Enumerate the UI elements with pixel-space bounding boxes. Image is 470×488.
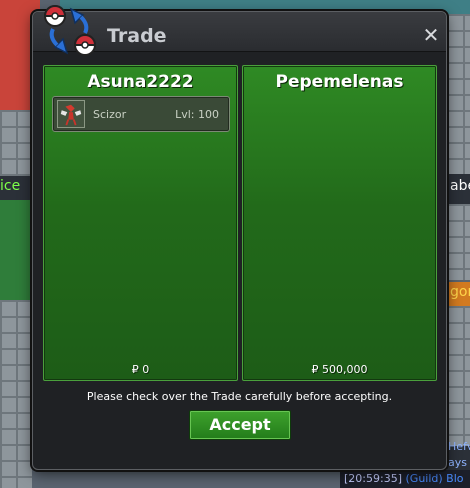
chat-line: [20:59:35] (Guild) Blo xyxy=(340,470,470,488)
world-label: ays xyxy=(448,456,467,469)
partner-offer-panel: Pepemelenas ₽ 500,000 xyxy=(242,65,437,381)
player-name-left: Asuna2222 xyxy=(87,72,194,92)
world-label: abe xyxy=(450,178,470,194)
world-tile xyxy=(447,14,470,174)
pokemon-level: Lvl: 100 xyxy=(175,108,219,121)
scizor-sprite-icon xyxy=(57,100,85,128)
world-tile xyxy=(0,300,32,488)
chat-timestamp: [20:59:35] xyxy=(344,472,402,485)
money-left: ₽ 0 xyxy=(131,363,150,376)
pokeball-trade-icon xyxy=(43,5,97,56)
close-icon[interactable]: ✕ xyxy=(422,25,440,45)
money-right: ₽ 500,000 xyxy=(311,363,368,376)
player-name-right: Pepemelenas xyxy=(275,72,404,92)
world-label: ice xyxy=(0,178,21,194)
pokemon-name: Scizor xyxy=(93,108,127,121)
trade-window: Trade ✕ Asuna2222 Scizor Lvl: 100 ₽ 0 Pe… xyxy=(32,5,447,470)
window-title: Trade xyxy=(107,25,167,47)
world-label: Hefv xyxy=(448,440,470,453)
accept-button[interactable]: Accept xyxy=(189,410,291,440)
my-offer-panel: Asuna2222 Scizor Lvl: 100 ₽ 0 xyxy=(43,65,238,381)
world-tile xyxy=(0,200,32,300)
world-tile xyxy=(447,306,470,446)
offered-pokemon-slot[interactable]: Scizor Lvl: 100 xyxy=(52,96,230,132)
world-tile xyxy=(0,110,32,180)
world-tile xyxy=(447,204,470,280)
world-label: gon xyxy=(450,284,470,300)
trade-notice: Please check over the Trade carefully be… xyxy=(86,390,393,403)
chat-guild-message: (Guild) Blo xyxy=(405,472,464,485)
